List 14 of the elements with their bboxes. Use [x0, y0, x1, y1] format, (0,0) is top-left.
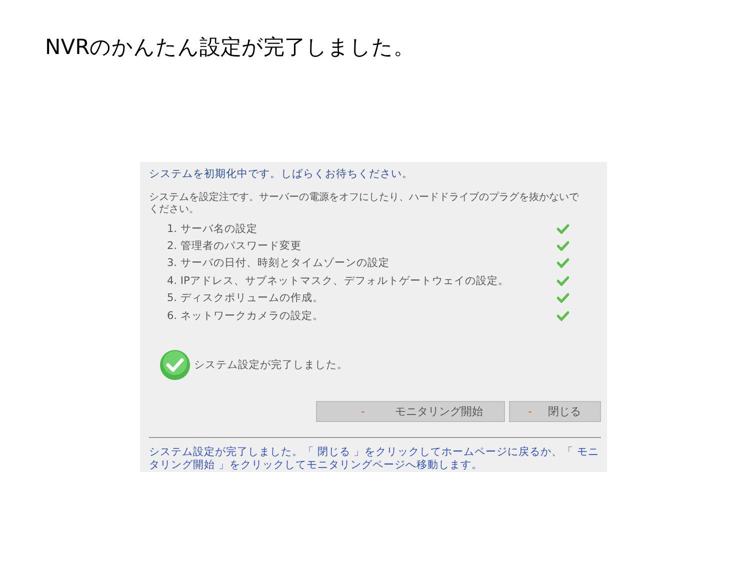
step-label: 1. サーバ名の設定 — [167, 222, 258, 236]
warning-text: システムを設定注です。サーバーの電源をオフにしたり、ハードドライブのプラグを抜かないでください。 — [149, 192, 580, 216]
start-monitoring-button[interactable]: - モニタリング開始 — [316, 401, 505, 422]
instruction-text: システム設定が完了しました。「 閉じる 」をクリックしてホームページに戻るか、「 モニタリング開始 」をクリックしてモニタリングページへ移動します。 — [149, 446, 600, 472]
slide-title: NVRのかんたん設定が完了しました。 — [45, 34, 415, 61]
close-button[interactable]: - 閉じる — [509, 401, 601, 422]
step-label: 2. 管理者のパスワード変更 — [167, 239, 302, 254]
step-label: 6. ネットワークカメラの設定。 — [167, 308, 324, 323]
step-label: 3. サーバの日付、時刻とタイムゾーンの設定 — [167, 256, 390, 270]
status-heading: システムを初期化中です。しばらくお待ちください。 — [149, 167, 414, 181]
success-check-icon — [159, 349, 191, 382]
step-label: 5. ディスクボリュームの作成。 — [167, 291, 324, 306]
step-label: 4. IPアドレス、サブネットマスク、デフォルトゲートウェイの設定。 — [167, 274, 509, 288]
success-message: システム設定が完了しました。 — [194, 358, 348, 372]
